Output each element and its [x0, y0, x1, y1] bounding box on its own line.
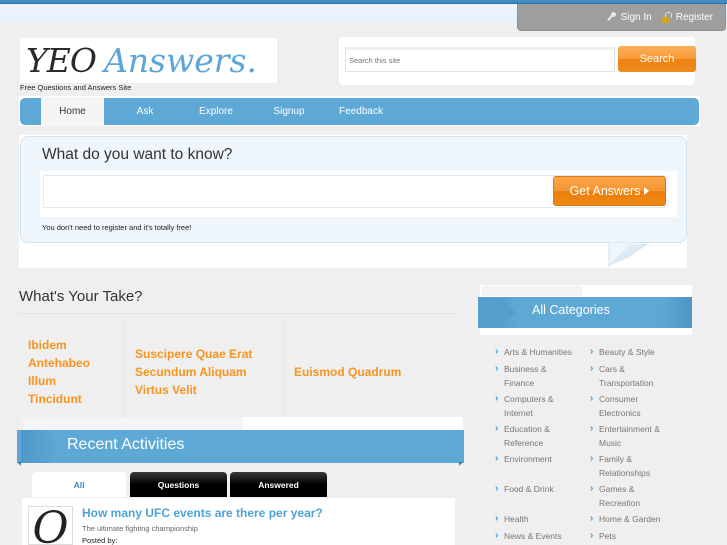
logo-answers: Answers.: [103, 41, 257, 80]
category-link[interactable]: Consumer Electronics: [590, 392, 660, 420]
get-answers-button[interactable]: Get Answers: [553, 176, 666, 206]
search-button[interactable]: Search: [618, 46, 696, 72]
take-link[interactable]: Antehabeo: [28, 354, 123, 372]
question-subtitle: The ultimate fighting championship: [82, 524, 198, 533]
site-logo[interactable]: YEO Answers.: [20, 38, 277, 83]
take-column-1: Ibidem Antehabeo Illum Tincidunt: [28, 318, 123, 426]
get-answers-label: Get Answers: [569, 184, 641, 198]
ask-note: You don't need to register and it's tota…: [42, 223, 192, 232]
category-link[interactable]: Food & Drink: [495, 482, 587, 497]
panel-top-right: [243, 417, 463, 430]
lock-icon: [661, 11, 672, 23]
logo-yeo: YEO: [26, 41, 97, 80]
categories-header-under: [480, 328, 692, 335]
sign-in-link[interactable]: Sign In: [606, 12, 652, 23]
take-link[interactable]: Euismod Quadrum: [294, 363, 454, 381]
nav-home[interactable]: Home: [41, 97, 104, 126]
take-column-3: Euismod Quadrum: [294, 318, 454, 426]
category-link[interactable]: Games & Recreation: [590, 482, 660, 510]
nav-explore[interactable]: Explore: [188, 98, 244, 125]
tab-questions[interactable]: Questions: [130, 472, 227, 497]
category-link[interactable]: Cars & Transportation: [590, 362, 670, 390]
category-link[interactable]: Pets: [590, 529, 682, 544]
take-link[interactable]: Suscipere Quae Erat: [135, 345, 285, 363]
panel-top-left: [23, 417, 243, 430]
user-bar: Sign In Register: [517, 4, 726, 31]
nav-feedback[interactable]: Feedback: [330, 98, 392, 125]
nav-signup[interactable]: Signup: [262, 98, 316, 125]
take-column-separator: [284, 318, 285, 426]
nav-ask[interactable]: Ask: [120, 98, 170, 125]
category-link[interactable]: Business & Finance: [495, 362, 575, 390]
take-column-2: Suscipere Quae Erat Secundum Aliquam Vir…: [135, 318, 285, 426]
take-link[interactable]: Ibidem: [28, 336, 123, 354]
categories-panel-top-bar: [482, 286, 582, 296]
category-link[interactable]: Health: [495, 512, 587, 527]
take-title: What's Your Take?: [19, 288, 143, 305]
question-title-link[interactable]: How many UFC events are there per year?: [82, 506, 323, 520]
take-link[interactable]: Secundum Aliquam: [135, 363, 285, 381]
recent-activities-title: Recent Activities: [67, 436, 185, 453]
search-input[interactable]: [345, 47, 615, 72]
speech-bubble-tail: [608, 242, 648, 267]
site-tagline: Free Questions and Answers Site: [20, 83, 132, 92]
category-link[interactable]: Entertainment & Music: [590, 422, 672, 450]
category-link[interactable]: Beauty & Style: [590, 345, 682, 360]
category-link[interactable]: Home & Garden: [590, 512, 682, 527]
arrow-right-icon: [644, 187, 650, 195]
avatar: O: [28, 506, 73, 545]
take-divider: [19, 313, 456, 314]
category-link[interactable]: Environment: [495, 452, 587, 467]
avatar-letter: O: [32, 506, 69, 545]
take-link[interactable]: Illum: [28, 372, 123, 390]
take-column-separator: [124, 318, 125, 426]
take-link[interactable]: Virtus Velit: [135, 381, 285, 399]
register-label: Register: [675, 11, 713, 23]
tab-all[interactable]: All: [32, 472, 126, 497]
category-link[interactable]: Arts & Humanities: [495, 345, 587, 360]
ask-title: What do you want to know?: [42, 146, 233, 163]
category-link[interactable]: Family & Relationships: [590, 452, 660, 480]
posted-by: Posted by:: [82, 536, 118, 545]
take-link[interactable]: Tincidunt: [28, 390, 123, 408]
category-link[interactable]: News & Events: [495, 529, 587, 544]
categories-title: All Categories: [532, 303, 610, 317]
sign-in-label: Sign In: [620, 11, 652, 23]
category-link[interactable]: Computers & Internet: [495, 392, 565, 420]
register-link[interactable]: Register: [661, 11, 713, 23]
tab-answered[interactable]: Answered: [230, 472, 327, 497]
category-link[interactable]: Education & Reference: [495, 422, 575, 450]
key-icon: [606, 12, 616, 22]
